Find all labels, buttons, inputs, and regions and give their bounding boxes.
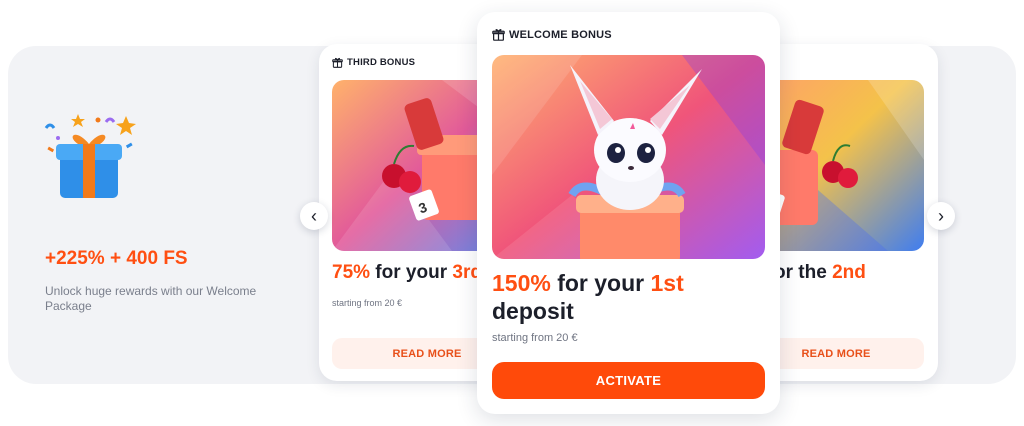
- welcome-bonus-header: WELCOME BONUS: [492, 28, 612, 41]
- second-bonus-title: or the 2nd: [774, 262, 866, 283]
- chevron-right-icon: ›: [938, 206, 944, 226]
- third-bonus-subtitle: starting from 20 €: [332, 298, 403, 308]
- welcome-package-amount: +225% + 400 FS: [45, 248, 188, 269]
- welcome-bonus-title: 150% for your 1st deposit: [492, 270, 684, 324]
- welcome-package-intro: +225% + 400 FS Unlock huge rewards with …: [8, 46, 308, 384]
- gift-icon: [492, 29, 505, 41]
- welcome-bonus-subtitle: starting from 20 €: [492, 332, 578, 344]
- third-bonus-header: THIRD BONUS: [332, 57, 415, 68]
- chevron-left-icon: ‹: [311, 206, 317, 226]
- third-bonus-label: THIRD BONUS: [347, 57, 416, 68]
- carousel-next-button[interactable]: ›: [927, 202, 955, 230]
- second-bonus-image: 2: [760, 80, 924, 251]
- carousel-prev-button[interactable]: ‹: [300, 202, 328, 230]
- welcome-bonus-label: WELCOME BONUS: [509, 28, 612, 41]
- gift-icon: [332, 57, 343, 68]
- welcome-package-description: Unlock huge rewards with our Welcome Pac…: [45, 284, 257, 313]
- third-bonus-title: 75% for your 3rd: [332, 262, 482, 283]
- activate-button[interactable]: ACTIVATE: [492, 362, 765, 399]
- gift-box-confetti-icon: [44, 114, 136, 198]
- second-bonus-read-more-button[interactable]: READ MORE: [760, 338, 924, 369]
- welcome-bonus-card[interactable]: WELCOME BONUS 150% for your 1st deposit …: [477, 12, 780, 414]
- welcome-bonus-image: [492, 55, 765, 259]
- second-bonus-card[interactable]: 2 or the 2nd READ MORE: [760, 44, 938, 381]
